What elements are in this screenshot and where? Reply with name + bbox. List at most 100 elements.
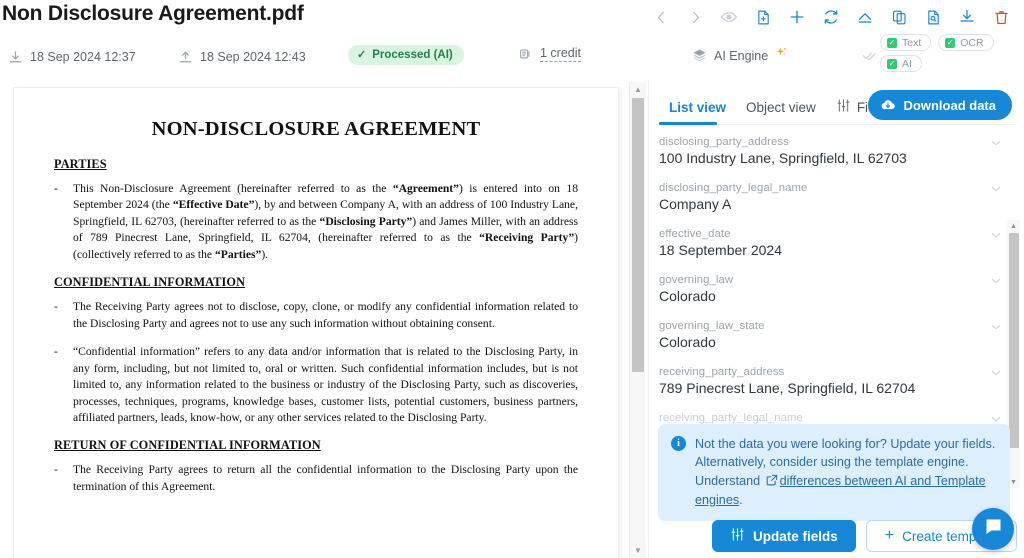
chat-support-button[interactable] — [972, 508, 1014, 550]
field-value: 789 Pinecrest Lane, Springfield, IL 6270… — [659, 380, 916, 396]
delete-icon[interactable] — [984, 2, 1018, 32]
document-section-return-of-confidential-information: RETURN OF CONFIDENTIAL INFORMATION - The… — [54, 438, 578, 495]
bullet-marker: - — [54, 182, 58, 195]
update-fields-button[interactable]: Update fields — [712, 520, 856, 552]
bullet-text: “Confidential information” refers to any… — [73, 345, 578, 424]
chevron-down-icon[interactable] — [989, 320, 1003, 339]
download-date-icon — [8, 50, 23, 65]
ai-engine-label: AI Engine — [714, 48, 769, 63]
field-value: Colorado — [659, 334, 716, 350]
tab-list-view[interactable]: List view — [659, 94, 736, 120]
field-key: receiving_party_address — [659, 366, 785, 378]
bullet-marker: - — [54, 300, 58, 314]
plus-icon: + — [884, 527, 895, 544]
field-row[interactable]: receiving_party_address 789 Pinecrest La… — [659, 366, 1003, 396]
tab-object-view[interactable]: Object view — [736, 94, 826, 120]
ai-engine-selector[interactable]: AI Engine — [692, 46, 789, 65]
document-bullet: - This Non-Disclosure Agreement (hereina… — [54, 181, 578, 263]
info-line-1: Not the data you were looking for? Updat… — [695, 437, 996, 451]
field-row[interactable]: disclosing_party_legal_name Company A — [659, 182, 1003, 212]
field-key: governing_law_state — [659, 320, 765, 332]
field-row[interactable]: disclosing_party_address 100 Industry La… — [659, 136, 1003, 166]
scroll-up-icon[interactable]: ▲ — [1007, 220, 1020, 232]
processing-flags-row-2: ✓ AI — [880, 55, 1015, 72]
tab-object-view-label: Object view — [746, 99, 816, 115]
active-tab-indicator — [659, 122, 717, 125]
flag-text[interactable]: ✓ Text — [880, 34, 932, 51]
processing-flags: ✓ Text ✓ OCR ✓ AI — [880, 34, 1015, 76]
chevron-down-icon[interactable] — [989, 182, 1003, 201]
field-value: Company A — [659, 196, 732, 212]
field-row[interactable]: effective_date 18 September 2024 — [659, 228, 1003, 258]
field-key: disclosing_party_address — [659, 136, 789, 148]
download-data-button[interactable]: Download data — [867, 90, 1012, 120]
plus-icon[interactable] — [780, 2, 814, 32]
reprocess-icon[interactable] — [814, 2, 848, 32]
flag-ocr-label: OCR — [960, 36, 984, 49]
chat-bubble-icon — [983, 516, 1004, 542]
field-value: 100 Industry Lane, Springfield, IL 62703 — [659, 150, 907, 166]
field-key: governing_law — [659, 274, 734, 286]
sparkle-icon — [775, 46, 789, 65]
flag-ai[interactable]: ✓ AI — [880, 55, 922, 72]
field-row[interactable]: receiving_party_legal_name — [659, 412, 1003, 424]
prev-page-icon[interactable] — [644, 2, 678, 32]
double-check-icon — [862, 48, 878, 66]
sliders-icon — [836, 98, 851, 116]
downloaded-at-text: 18 Sep 2024 12:37 — [30, 50, 136, 64]
field-key: disclosing_party_legal_name — [659, 182, 808, 194]
section-heading: CONFIDENTIAL INFORMATION — [54, 275, 246, 290]
document-section-parties: PARTIES - This Non-Disclosure Agreement … — [54, 157, 578, 263]
downloaded-at: 18 Sep 2024 12:37 — [8, 46, 136, 68]
document-section-confidential-information: CONFIDENTIAL INFORMATION - The Receiving… — [54, 275, 578, 426]
document-scrollbar-thumb[interactable] — [632, 98, 644, 372]
checkbox-checked-icon: ✓ — [945, 37, 956, 48]
scroll-down-icon[interactable]: ▼ — [630, 543, 646, 558]
bullet-text: The Receiving Party agrees not to disclo… — [73, 300, 578, 330]
scroll-up-icon[interactable]: ▲ — [630, 82, 646, 97]
next-page-icon[interactable] — [678, 2, 712, 32]
status-badge: ✓ Processed (AI) — [348, 45, 464, 65]
credits-indicator[interactable]: 1 credit — [518, 46, 581, 62]
pdf-page: NON-DISCLOSURE AGREEMENT PARTIES - This … — [14, 88, 618, 558]
check-icon: ✓ — [357, 48, 367, 61]
flag-ocr[interactable]: ✓ OCR — [938, 34, 994, 51]
document-scrollbar[interactable]: ▲ ▼ — [629, 82, 646, 558]
cloud-download-icon — [880, 97, 896, 113]
fields-scrollbar-thumb[interactable] — [1008, 233, 1019, 448]
bullet-text: This Non-Disclosure Agreement (hereinaft… — [73, 182, 579, 261]
download-icon[interactable] — [950, 2, 984, 32]
header: Non Disclosure Agreement.pdf 18 Sep 2024… — [0, 0, 1024, 80]
field-row[interactable]: governing_law_state Colorado — [659, 320, 1003, 350]
upload-date-icon — [178, 50, 193, 65]
bullet-marker: - — [54, 345, 58, 359]
chevron-down-icon[interactable] — [989, 366, 1003, 385]
field-row[interactable]: governing_law Colorado — [659, 274, 1003, 304]
bullet-marker: - — [54, 463, 58, 477]
flag-ai-label: AI — [902, 57, 912, 70]
chevron-down-icon[interactable] — [989, 136, 1003, 155]
inspect-document-icon[interactable] — [916, 2, 950, 32]
field-value: 18 September 2024 — [659, 242, 782, 258]
copy-icon[interactable] — [882, 2, 916, 32]
chevron-down-icon[interactable] — [989, 274, 1003, 293]
app-root: Non Disclosure Agreement.pdf 18 Sep 2024… — [0, 0, 1024, 558]
add-document-icon[interactable] — [746, 2, 780, 32]
download-data-label: Download data — [903, 97, 996, 113]
checkbox-checked-icon: ✓ — [887, 37, 897, 48]
section-heading: PARTIES — [54, 157, 107, 171]
preview-eye-icon[interactable] — [712, 2, 746, 32]
field-key: effective_date — [659, 228, 731, 240]
document-viewer[interactable]: NON-DISCLOSURE AGREEMENT PARTIES - This … — [0, 80, 648, 558]
checkbox-checked-icon: ✓ — [887, 58, 897, 69]
uploaded-at-text: 18 Sep 2024 12:43 — [200, 50, 306, 64]
chevron-down-icon[interactable] — [989, 228, 1003, 247]
info-banner: i Not the data you were looking for? Upd… — [658, 424, 1010, 521]
export-icon[interactable] — [848, 2, 882, 32]
sliders-icon — [730, 527, 745, 545]
status-badge-label: Processed (AI) — [372, 49, 453, 61]
credits-stack-icon — [518, 47, 533, 62]
uploaded-at: 18 Sep 2024 12:43 — [178, 46, 306, 68]
credits-text[interactable]: 1 credit — [540, 46, 581, 62]
info-line-2: Alternatively, consider using the templa… — [695, 455, 969, 470]
